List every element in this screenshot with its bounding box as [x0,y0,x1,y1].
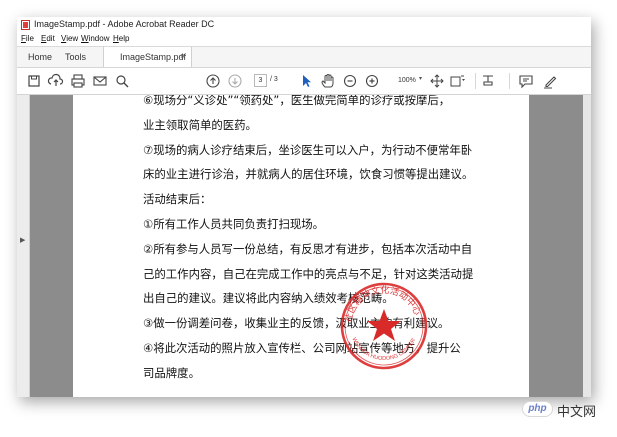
text-line: 床的业主进行诊治，并就病人的居住环境，饮食习惯等提出建议。 [143,167,474,182]
title-bar: ImageStamp.pdf - Adobe Acrobat Reader DC [17,17,591,34]
vertical-scrollbar[interactable] [583,95,591,397]
page-down-icon[interactable] [226,72,244,90]
text-line: ③做一份调差问卷，收集业主的反馈，汲取业主的有利建议。 [143,316,450,331]
upload-icon[interactable] [47,72,65,90]
zoom-level[interactable]: 100% [398,74,420,87]
acrobat-app-icon [21,20,30,30]
email-icon[interactable] [91,72,109,90]
text-line: ②所有参与人员写一份总结，有反思才有进步，包括本次活动中自 [143,241,473,256]
toolbar-separator [509,73,510,89]
tab-home[interactable]: Home [28,52,52,62]
menu-help[interactable]: Help [113,34,129,43]
tab-tools[interactable]: Tools [65,52,86,62]
fit-page-icon[interactable] [428,72,446,90]
zoom-out-icon[interactable] [341,72,359,90]
rotate-icon[interactable] [448,72,466,90]
seal-star-icon [367,309,401,341]
toolbar-separator [475,73,476,89]
save-icon[interactable] [25,72,43,90]
menu-view[interactable]: View [61,34,78,43]
menu-window[interactable]: Window [81,34,109,43]
menu-edit[interactable]: Edit [41,34,55,43]
text-line: 活动结束后： [143,192,212,207]
text-line: ⑥现场分“义诊处”“领药处”，医生做完简单的诊疗或按摩后， [143,95,451,107]
pen-icon[interactable] [541,72,559,90]
select-cursor-icon[interactable] [297,72,315,90]
php-logo: php [522,401,553,417]
text-line: 司品牌度。 [143,365,200,380]
pdf-page: ⑥现场分“义诊处”“领药处”，医生做完简单的诊疗或按摩后， 业主领取简单的医药。… [73,95,529,397]
text-line: ⑦现场的病人诊疗结束后，坐诊医生可以入户，为行动不便常年卧 [143,142,473,157]
search-icon[interactable] [113,72,131,90]
document-viewer[interactable]: ▶ ⑥现场分“义诊处”“领药处”，医生做完简单的诊疗或按摩后， 业主领取简单的医… [17,95,591,397]
text-line: ④将此次活动的照片放入宣传栏、公司网站宣传等地方，提升公 [143,340,461,355]
close-tab-icon[interactable]: × [180,51,185,61]
menu-file[interactable]: File [21,34,34,43]
page-number-input[interactable]: 3 [254,74,267,87]
text-line: ①所有工作人员共同负责打扫现场。 [143,216,325,231]
page-text: ⑥现场分“义诊处”“领药处”，医生做完简单的诊疗或按摩后， 业主领取简单的医药。… [143,95,523,390]
text-line: 业主领取简单的医药。 [143,117,257,132]
text-line: 出自己的建议。建议将此内容纳入绩效考核范畴。 [143,291,394,306]
menu-bar: File Edit View Window Help [17,33,591,47]
toolbar: 3 / 3 100% ▾ [17,68,591,95]
navigation-pane-rail[interactable]: ▶ [17,95,30,397]
window-title: ImageStamp.pdf - Adobe Acrobat Reader DC [34,19,215,29]
stamp-tool-icon[interactable] [479,72,497,90]
company-seal-stamp: 社区精神文化活动中心 WENHUA HUODONG CENTER [340,282,428,370]
tab-document[interactable]: ImageStamp.pdf × [103,47,192,67]
zoom-in-icon[interactable] [363,72,381,90]
page-up-icon[interactable] [204,72,222,90]
acrobat-window: ImageStamp.pdf - Adobe Acrobat Reader DC… [17,17,591,397]
zoom-dropdown-icon[interactable]: ▾ [419,75,422,82]
page-total: / 3 [270,76,278,83]
print-icon[interactable] [69,72,87,90]
expand-pane-icon[interactable]: ▶ [20,236,25,244]
seal-text-bottom: WENHUA HUODONG CENTER [350,337,417,362]
watermark-site-text: 中文网 [557,404,597,419]
tab-bar: Home Tools ImageStamp.pdf × [17,47,591,68]
text-line: 己的工作内容，自己在完成工作中的亮点与不足，针对这类活动提 [143,266,474,281]
comment-icon[interactable] [517,72,535,90]
tab-document-label: ImageStamp.pdf [120,52,187,62]
hand-icon[interactable] [319,72,337,90]
